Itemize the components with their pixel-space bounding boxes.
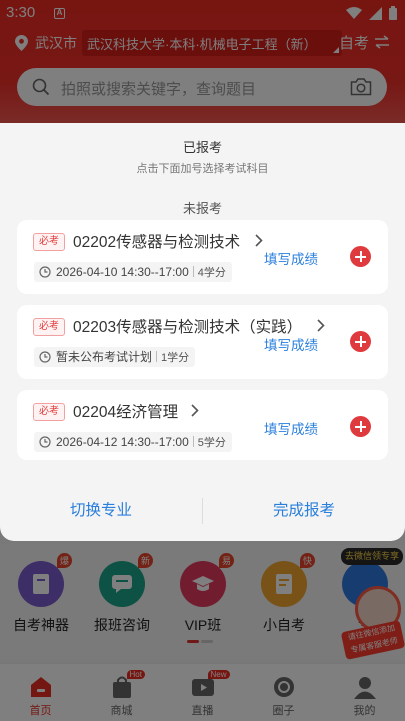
schedule-text: 2026-04-12 14:30--17:00 [56, 435, 189, 449]
exam-registration-panel: 已报考 点击下面加号选择考试科目 未报考 必考 02202传感器与检测技术 20… [0, 123, 405, 541]
clock-icon [39, 436, 51, 448]
course-name[interactable]: 02204经济管理 [73, 400, 178, 422]
registered-title: 已报考 [182, 140, 222, 155]
course-card[interactable]: 必考 02203传感器与检测技术（实践） 暂未公布考试计划 1学分 填写成绩 [17, 305, 388, 379]
unregistered-title: 未报考 [182, 201, 222, 216]
credit-text: 5学分 [197, 437, 226, 449]
course-card[interactable]: 必考 02202传感器与检测技术 2026-04-10 14:30--17:00… [17, 220, 388, 294]
modal-footer: 切换专业 完成报考 [0, 486, 405, 541]
fill-score-link[interactable]: 填写成绩 [264, 248, 318, 268]
credit-text: 1学分 [161, 352, 190, 364]
fill-score-link[interactable]: 填写成绩 [264, 334, 318, 354]
credit-text: 4学分 [197, 267, 226, 279]
required-tag: 必考 [33, 233, 65, 251]
add-course-icon[interactable] [350, 416, 371, 437]
finish-registration-button[interactable]: 完成报考 [203, 496, 405, 526]
course-schedule: 暂未公布考试计划 1学分 [34, 347, 196, 367]
clock-icon [39, 351, 51, 363]
chevron-right-icon [317, 319, 325, 332]
course-card[interactable]: 必考 02204经济管理 2026-04-12 14:30--17:00 5学分 … [17, 390, 388, 460]
required-tag: 必考 [33, 318, 65, 336]
add-course-icon[interactable] [350, 331, 371, 352]
fill-score-link[interactable]: 填写成绩 [264, 418, 318, 438]
chevron-right-icon [191, 404, 199, 417]
course-schedule: 2026-04-10 14:30--17:00 4学分 [34, 262, 232, 282]
meta-divider [156, 351, 158, 362]
registered-hint: 点击下面加号选择考试科目 [136, 163, 269, 175]
course-name[interactable]: 02202传感器与检测技术 [73, 230, 240, 252]
meta-divider [192, 436, 194, 447]
schedule-text: 2026-04-10 14:30--17:00 [56, 265, 189, 279]
course-schedule: 2026-04-12 14:30--17:00 5学分 [34, 432, 232, 452]
schedule-text: 暂未公布考试计划 [56, 350, 153, 364]
meta-divider [192, 266, 194, 277]
switch-major-button[interactable]: 切换专业 [0, 496, 202, 526]
required-tag: 必考 [33, 403, 65, 421]
chevron-right-icon [255, 234, 263, 247]
clock-icon [39, 266, 51, 278]
add-course-icon[interactable] [350, 246, 371, 267]
